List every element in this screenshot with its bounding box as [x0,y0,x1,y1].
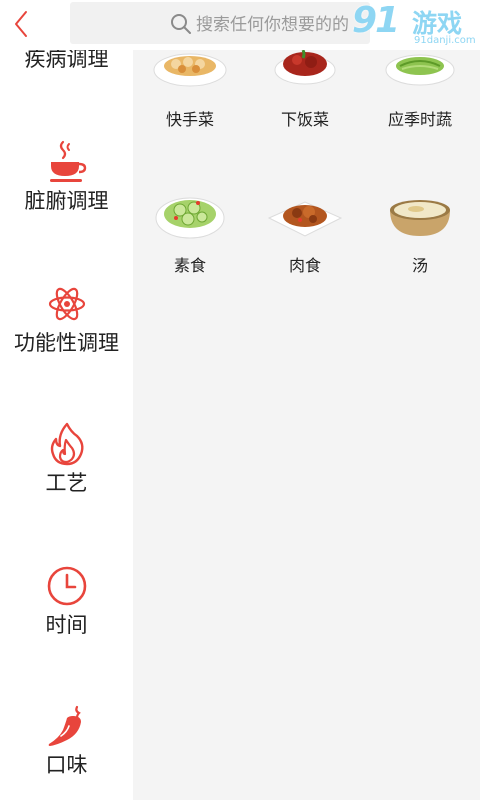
rice-dish-image [274,49,336,85]
quick-dish-image [153,53,227,87]
search-placeholder: 搜索任何你想要的的 [196,15,349,35]
atom-icon [48,287,85,321]
grid-item-vegetarian[interactable]: 素食 [135,188,245,276]
back-arrow-icon[interactable] [6,6,40,42]
sidebar-item-label: 工艺 [45,471,88,495]
sidebar-item-label: 功能性调理 [14,331,119,355]
app: 疾病调理 脏腑调理 功能性调理 工艺 时间 口味 搜索任何你想要的的 91 游戏… [0,0,480,800]
soup-dish-image [390,200,450,236]
watermark-url: 91danji.com [414,35,476,46]
grid-item-quick[interactable]: 快手菜 [135,42,245,130]
sidebar-item-time[interactable]: 时间 [0,564,133,638]
grid-item-meat[interactable]: 肉食 [250,188,360,276]
grid-item-label: 汤 [411,256,428,275]
seasonal-veg-image [385,54,455,86]
sidebar-item-organ[interactable]: 脏腑调理 [0,140,133,214]
category-sidebar: 疾病调理 脏腑调理 功能性调理 工艺 时间 口味 [0,0,133,800]
grid-item-label: 快手菜 [165,110,214,129]
chili-icon [48,705,81,746]
sidebar-item-label: 时间 [45,613,88,637]
vegetarian-dish-image [155,197,225,239]
sidebar-item-label: 口味 [45,753,88,777]
sidebar-item-label: 脏腑调理 [24,189,109,213]
watermark-logo: 91 游戏 91danji.com [352,0,476,50]
sidebar-item-taste[interactable]: 口味 [0,704,133,778]
sidebar-item-craft[interactable]: 工艺 [0,422,133,496]
grid-item-label: 素食 [173,256,206,275]
fire-icon [50,422,84,466]
search-icon [171,14,191,34]
grid-item-soup[interactable]: 汤 [365,188,475,276]
grid-item-rice[interactable]: 下饭菜 [250,42,360,130]
grid-item-seasonal[interactable]: 应季时蔬 [365,42,475,130]
clock-icon [47,566,86,606]
watermark-digits: 91 [352,0,400,41]
cup-icon [49,140,86,182]
grid-item-label: 应季时蔬 [387,110,452,129]
meat-dish-image [267,201,343,237]
sidebar-item-functional[interactable]: 功能性调理 [0,282,133,356]
grid-item-label: 肉食 [288,256,321,275]
top-bar: 搜索任何你想要的的 91 游戏 91danji.com [0,0,480,50]
grid-item-label: 下饭菜 [280,110,329,129]
